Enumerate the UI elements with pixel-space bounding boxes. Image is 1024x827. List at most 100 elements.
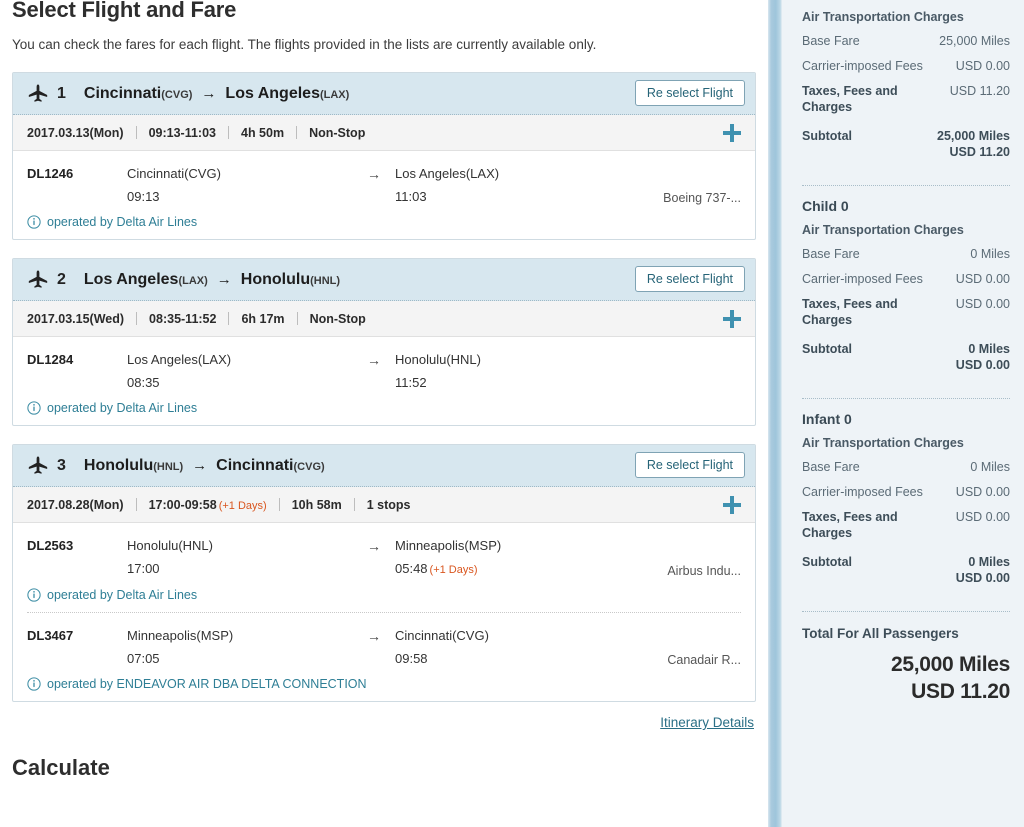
segment-route: Los Angeles(LAX)→Honolulu(HNL) [84,271,340,289]
leg-arrow-icon: → [367,627,395,644]
fare-row-value: USD 0.00 [956,296,1010,312]
summary-separator [228,312,229,325]
segment-times: 09:13-11:03 [149,126,216,140]
fare-subtotal-label: Subtotal [802,341,950,357]
leg-flight-number: DL3467 [27,627,127,643]
leg-departure-city: Minneapolis(MSP) [127,627,367,645]
leg-arrow-icon: → [367,351,395,368]
segment-header: 2 Los Angeles(LAX)→Honolulu(HNL) Re select… [13,259,755,301]
airplane-icon [27,83,49,105]
fare-row-label: Carrier-imposed Fees [802,271,950,287]
leg-aircraft-type: Boeing 737-... [631,191,741,206]
leg-operated-by-row[interactable]: operated by ENDEAVOR AIR DBA DELTA CONNE… [27,677,741,691]
segment-dest-code: (HNL) [310,275,340,287]
fare-row-value: 0 Miles [970,459,1010,475]
leg-operated-by-row[interactable]: operated by Delta Air Lines [27,588,741,602]
summary-separator [279,498,280,511]
segment-legs-list: DL2563Honolulu(HNL)17:00→Minneapolis(MSP… [13,523,755,701]
summary-separator [228,126,229,139]
panel-divider-scrollbar[interactable] [768,0,782,827]
main-content-column: Select Flight and Fare You can check the… [0,0,768,827]
total-miles: 25,000 Miles [802,651,1010,678]
fare-row-value: 25,000 Miles [939,33,1010,49]
leg-aircraft-type [631,391,741,392]
leg-departure-time: 08:35 [127,374,367,392]
fare-row-value: 0 Miles [970,246,1010,262]
fare-group-divider [802,185,1010,186]
fare-section-title: Air Transportation Charges [802,223,1010,237]
leg-arrival-time-text: 09:58 [395,651,428,666]
segment-stops: 1 stops [367,498,411,512]
leg-departure-time: 07:05 [127,650,367,668]
fare-subtotal-value: 0 MilesUSD 0.00 [956,341,1010,373]
fare-subtotal-currency: USD 0.00 [956,570,1010,586]
route-arrow-icon: → [201,85,216,102]
leg-arrival-time-text: 11:52 [395,375,427,390]
segment-legs-list: DL1284Los Angeles(LAX)08:35→Honolulu(HNL… [13,337,755,425]
flight-leg-row: DL1246Cincinnati(CVG)09:13→Los Angeles(L… [27,151,741,239]
leg-departure-block: Cincinnati(CVG) 09:13 [127,165,367,206]
leg-arrival-city: Minneapolis(MSP) [395,537,631,555]
flight-leg-row: DL1284Los Angeles(LAX)08:35→Honolulu(HNL… [27,337,741,425]
leg-departure-city: Cincinnati(CVG) [127,165,367,183]
fare-groups-list: Air Transportation Charges Base Fare 25,00… [802,10,1010,599]
leg-detail-row: DL1246Cincinnati(CVG)09:13→Los Angeles(L… [27,165,741,206]
fare-subtotal-value: 0 MilesUSD 0.00 [956,554,1010,586]
airplane-icon [27,269,49,291]
fare-subtotal-row: Subtotal0 MilesUSD 0.00 [802,554,1010,586]
segment-dest-city: Cincinnati [216,457,293,475]
fare-row-label: Taxes, Fees and Charges [802,296,950,328]
segment-duration: 10h 58m [292,498,342,512]
leg-operated-by-row[interactable]: operated by Delta Air Lines [27,401,741,415]
flight-segment-card: 1Cincinnati(CVG)→Los Angeles(LAX)Re sele… [12,72,756,240]
plus-icon[interactable] [723,310,741,328]
segment-summary-bar: 2017.03.13(Mon)09:13-11:034h 50mNon-Stop [13,115,755,151]
fare-row-value: USD 11.20 [950,83,1010,99]
fare-row: Base Fare0 Miles [802,459,1010,475]
segment-origin-city: Los Angeles [84,271,179,289]
segment-number: 2 [57,271,66,289]
segment-times: 08:35-11:52 [149,312,216,326]
fare-section-title: Air Transportation Charges [802,436,1010,450]
re-select-flight-button[interactable]: Re select Flight [635,80,745,106]
leg-arrival-block: Cincinnati(CVG)09:58 [395,627,631,668]
flight-segment-card: 2 Los Angeles(LAX)→Honolulu(HNL) Re select… [12,258,756,426]
leg-flight-number: DL1246 [27,165,127,181]
leg-operated-by-text: operated by Delta Air Lines [47,401,197,415]
leg-operated-by-row[interactable]: operated by Delta Air Lines [27,215,741,229]
leg-departure-time-text: 08:35 [127,375,160,390]
fare-section-title: Air Transportation Charges [802,10,1010,24]
total-for-all-passengers-block: Total For All Passengers 25,000 Miles US… [802,624,1010,705]
segment-dest-city: Los Angeles [225,85,320,103]
itinerary-details-link[interactable]: Itinerary Details [660,715,754,730]
fare-subtotal-currency: USD 0.00 [956,357,1010,373]
re-select-flight-button[interactable]: Re select Flight [635,452,745,478]
fare-subtotal-row: Subtotal25,000 MilesUSD 11.20 [802,128,1010,160]
flight-segments-list: 1Cincinnati(CVG)→Los Angeles(LAX)Re sele… [12,72,756,702]
segment-summary-bar: 2017.03.15(Wed)08:35-11:526h 17mNon-Stop [13,301,755,337]
total-label: Total For All Passengers [802,626,1010,641]
leg-departure-time-text: 07:05 [127,651,160,666]
leg-departure-block: Los Angeles(LAX)08:35 [127,351,367,392]
leg-arrival-block: Minneapolis(MSP)05:48(+1 Days) [395,537,631,579]
page-description: You can check the fares for each flight.… [12,36,756,54]
fare-group: Infant 0Air Transportation ChargesBase F… [802,411,1010,599]
plus-icon[interactable] [723,496,741,514]
leg-arrival-time-text: 11:03 [395,189,427,204]
segment-times-text: 17:00-09:58 [149,498,217,512]
plus-icon[interactable] [723,124,741,142]
leg-departure-time-text: 09:13 [127,189,160,204]
fare-row-label: Base Fare [802,246,964,262]
calculate-section-title: Calculate [12,754,756,782]
segment-route: Honolulu(HNL)→Cincinnati(CVG) [84,457,325,475]
flight-leg-row: DL2563Honolulu(HNL)17:00→Minneapolis(MSP… [27,523,741,612]
leg-arrow-icon: → [367,165,395,182]
fare-subtotal-label: Subtotal [802,128,931,144]
fare-row-value: USD 0.00 [956,58,1010,74]
summary-separator [136,498,137,511]
leg-arrival-city: Honolulu(HNL) [395,351,631,369]
leg-arrival-daychange: (+1 Days) [430,564,478,576]
leg-operated-by-text: operated by ENDEAVOR AIR DBA DELTA CONNE… [47,677,367,691]
re-select-flight-button[interactable]: Re select Flight [635,266,745,292]
segment-origin-city: Honolulu [84,457,153,475]
